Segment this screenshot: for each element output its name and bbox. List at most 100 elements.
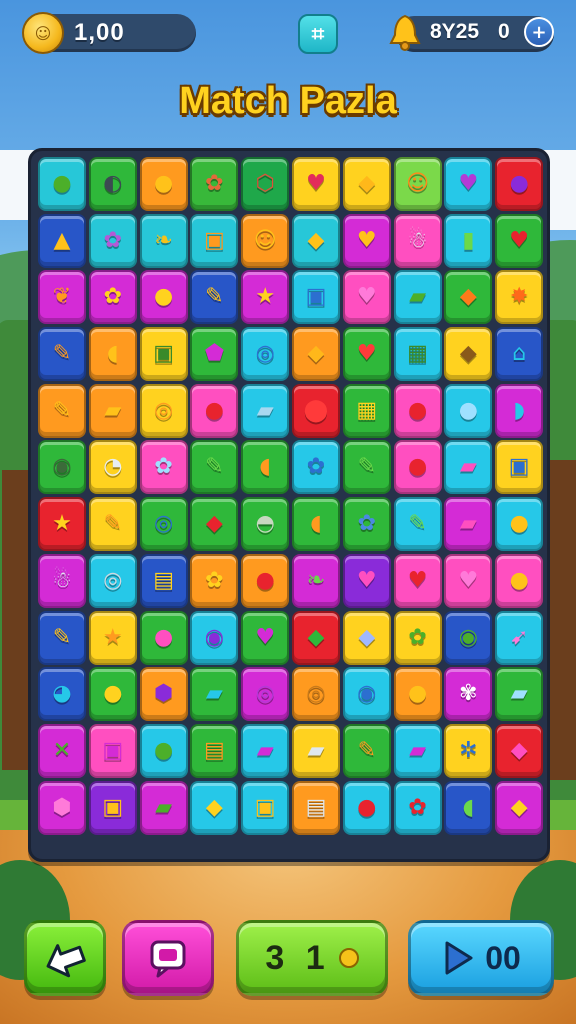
tile[interactable]: ✎ — [190, 440, 239, 495]
tile[interactable]: ● — [241, 553, 290, 608]
tile[interactable]: ● — [139, 270, 188, 325]
tile[interactable]: ▰ — [190, 667, 239, 722]
tile[interactable]: ◉ — [190, 610, 239, 665]
tile[interactable]: ● — [38, 157, 86, 211]
tile[interactable]: ◉ — [342, 667, 391, 722]
tile[interactable]: ● — [139, 610, 188, 665]
tile[interactable]: ⬟ — [190, 327, 239, 382]
tile[interactable]: ★ — [88, 610, 137, 665]
tile[interactable]: ▰ — [444, 440, 493, 495]
tile[interactable]: ♥ — [495, 213, 544, 268]
tile[interactable]: ▣ — [241, 780, 290, 835]
tile[interactable]: ◎ — [241, 327, 290, 382]
tile[interactable]: ◖ — [88, 327, 137, 382]
tile[interactable]: ⬢ — [139, 667, 188, 722]
tile[interactable]: ● — [139, 723, 188, 778]
tile[interactable]: ◉ — [444, 610, 493, 665]
tile[interactable]: ⌂ — [495, 327, 544, 382]
tile[interactable]: ❧ — [139, 213, 188, 268]
tile[interactable]: ✎ — [393, 497, 442, 552]
tile[interactable]: ☃ — [38, 553, 86, 608]
tile[interactable]: ▣ — [139, 327, 188, 382]
tile[interactable]: ✾ — [444, 667, 493, 722]
tile[interactable]: ♥ — [291, 157, 340, 211]
tile[interactable]: ▰ — [495, 667, 544, 722]
tile[interactable]: ▮ — [444, 213, 493, 268]
tile[interactable]: ▤ — [291, 780, 340, 835]
tile[interactable]: ⬡ — [241, 157, 290, 211]
tile[interactable]: ◆ — [291, 213, 340, 268]
tile[interactable]: ♥ — [241, 610, 290, 665]
tile[interactable]: ◖ — [291, 497, 340, 552]
tile[interactable]: ● — [495, 497, 544, 552]
tile[interactable]: ❧ — [291, 553, 340, 608]
tile[interactable]: ◐ — [88, 157, 137, 211]
tile[interactable]: ✿ — [393, 610, 442, 665]
tile[interactable]: ◆ — [342, 157, 391, 211]
tile[interactable]: ✕ — [38, 723, 86, 778]
tile[interactable]: ◗ — [495, 383, 544, 438]
tile[interactable]: ♥ — [393, 553, 442, 608]
tile[interactable]: ☃ — [393, 213, 442, 268]
tile[interactable]: ● — [393, 667, 442, 722]
tile[interactable]: ♥ — [342, 213, 391, 268]
tile[interactable]: ✿ — [190, 553, 239, 608]
tile[interactable]: ◆ — [342, 610, 391, 665]
tile[interactable]: ◆ — [190, 497, 239, 552]
tile[interactable]: ▦ — [342, 383, 391, 438]
tile[interactable]: ◆ — [495, 780, 544, 835]
tile[interactable]: ▦ — [393, 327, 442, 382]
tile[interactable]: ⬢ — [38, 780, 86, 835]
tile[interactable]: ● — [495, 553, 544, 608]
add-button[interactable]: + — [524, 17, 554, 47]
play-button[interactable]: 00 — [408, 920, 554, 996]
tile[interactable]: ✿ — [190, 157, 239, 211]
tile[interactable]: ◎ — [139, 383, 188, 438]
tile[interactable]: ✎ — [38, 610, 86, 665]
tile[interactable]: ✿ — [88, 213, 137, 268]
tile[interactable]: ◆ — [291, 327, 340, 382]
tile[interactable]: ◎ — [139, 497, 188, 552]
tile[interactable]: ▣ — [190, 213, 239, 268]
tile[interactable]: ▰ — [139, 780, 188, 835]
tile[interactable]: ▣ — [291, 270, 340, 325]
tile[interactable]: ✎ — [342, 440, 391, 495]
tile[interactable]: ● — [495, 157, 544, 211]
tile[interactable]: ▲ — [38, 213, 86, 268]
tile[interactable]: ✎ — [190, 270, 239, 325]
grid-menu-button[interactable]: ⌗ — [298, 14, 338, 54]
tile[interactable]: ✿ — [139, 440, 188, 495]
tile[interactable]: ♥ — [342, 553, 391, 608]
tile[interactable]: ▰ — [291, 723, 340, 778]
tile[interactable]: ✎ — [88, 497, 137, 552]
tile[interactable]: ● — [190, 383, 239, 438]
tile[interactable]: ● — [393, 383, 442, 438]
tile[interactable]: ✿ — [393, 780, 442, 835]
tile[interactable]: ◎ — [88, 553, 137, 608]
back-button[interactable] — [24, 920, 106, 996]
tile[interactable]: ▤ — [139, 553, 188, 608]
tile[interactable]: ♥ — [342, 327, 391, 382]
tile[interactable]: ◓ — [241, 497, 290, 552]
tile[interactable]: ✸ — [495, 270, 544, 325]
tile[interactable]: ✎ — [38, 327, 86, 382]
tile[interactable]: ★ — [38, 497, 86, 552]
tile[interactable]: ✲ — [444, 723, 493, 778]
tile[interactable]: ✿ — [88, 270, 137, 325]
tile[interactable]: ◆ — [190, 780, 239, 835]
tile[interactable]: ▣ — [88, 780, 137, 835]
tile[interactable]: ◆ — [495, 723, 544, 778]
tile[interactable]: ♥ — [444, 157, 493, 211]
tile[interactable]: ☺ — [241, 213, 290, 268]
hint-button[interactable] — [122, 920, 214, 996]
tile[interactable]: ⬤ — [291, 383, 340, 438]
tile[interactable]: ● — [393, 440, 442, 495]
tile[interactable]: ▰ — [88, 383, 137, 438]
tile[interactable]: ◔ — [88, 440, 137, 495]
tile[interactable]: ● — [88, 667, 137, 722]
tile[interactable]: ▰ — [393, 270, 442, 325]
tile[interactable]: ▰ — [393, 723, 442, 778]
tile[interactable]: ◖ — [241, 440, 290, 495]
tile[interactable]: ◉ — [38, 440, 86, 495]
tile[interactable]: ◆ — [291, 610, 340, 665]
